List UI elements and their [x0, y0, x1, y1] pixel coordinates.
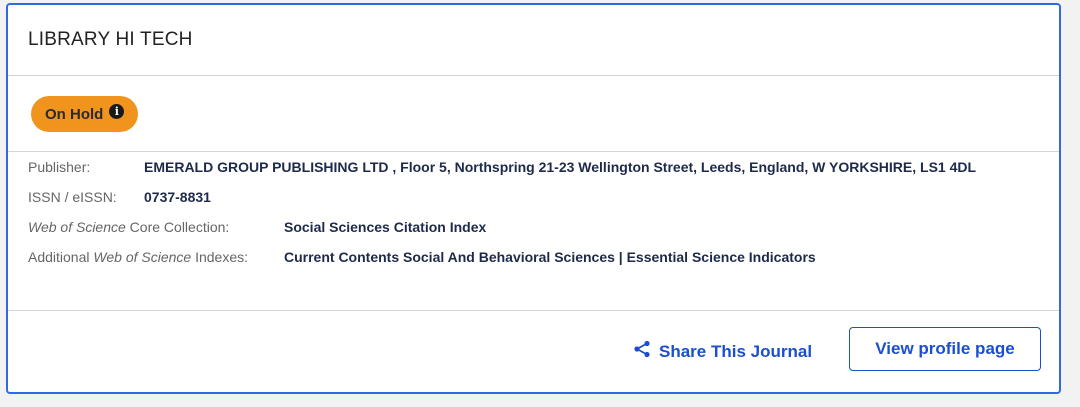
- share-journal-label: Share This Journal: [659, 341, 813, 361]
- card-header: LIBRARY HI TECH: [8, 5, 1059, 76]
- status-badge[interactable]: On Hold i: [31, 96, 139, 132]
- share-icon: [633, 340, 651, 363]
- status-badge-label: On Hold: [45, 105, 104, 123]
- card-footer: Share This Journal View profile page: [8, 311, 1059, 391]
- journal-title: LIBRARY HI TECH: [28, 29, 193, 50]
- journal-card: LIBRARY HI TECH On Hold i Publisher: EME…: [6, 3, 1061, 394]
- status-section: On Hold i: [8, 76, 1059, 152]
- core-collection-value: Social Sciences Citation Index: [284, 219, 487, 235]
- additional-indexes-label-italic: Web of Science: [93, 249, 192, 265]
- issn-value: 0737-8831: [144, 189, 211, 205]
- core-collection-label-rest: Core Collection:: [125, 219, 230, 235]
- additional-indexes-label-suffix: Indexes:: [191, 249, 249, 265]
- view-profile-button[interactable]: View profile page: [849, 327, 1041, 371]
- core-collection-label-italic: Web of Science: [28, 219, 126, 235]
- additional-indexes-label-prefix: Additional: [28, 249, 94, 265]
- publisher-label: Publisher:: [28, 159, 91, 175]
- info-icon[interactable]: i: [109, 103, 125, 119]
- core-collection-label: Web of Science Core Collection:: [28, 219, 229, 235]
- additional-indexes-value: Current Contents Social And Behavioral S…: [284, 249, 816, 265]
- issn-label: ISSN / eISSN:: [28, 189, 117, 205]
- share-journal-link[interactable]: Share This Journal: [633, 340, 812, 363]
- journal-details: Publisher: EMERALD GROUP PUBLISHING LTD …: [8, 152, 1059, 311]
- publisher-value: EMERALD GROUP PUBLISHING LTD , Floor 5, …: [144, 159, 977, 175]
- additional-indexes-label: Additional Web of Science Indexes:: [28, 249, 248, 265]
